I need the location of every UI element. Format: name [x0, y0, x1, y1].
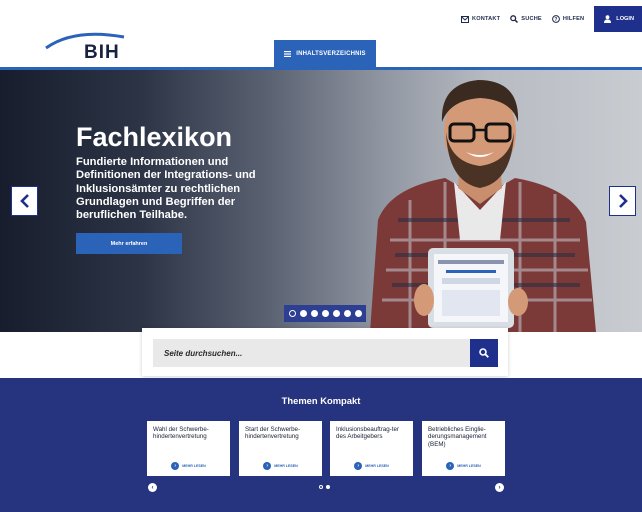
topic-card-title: Wahl der Schwerbe-hindertenvertretung: [153, 426, 209, 441]
site-search: [142, 328, 508, 376]
slider-dot[interactable]: [288, 310, 296, 317]
table-of-contents-button[interactable]: INHALTSVERZEICHNIS: [274, 40, 376, 67]
svg-text:?: ?: [554, 17, 557, 23]
topic-card[interactable]: Betriebliches Eingliе-derungsmanagement …: [422, 421, 505, 476]
page: BIH KONTAKT SUCHE ? HILFEN LOGIN INHALTS…: [0, 0, 642, 512]
themen-prev-button[interactable]: ‹: [148, 483, 157, 492]
topic-card[interactable]: Start der Schwerbe-hindertenvertretung ›…: [239, 421, 322, 476]
hero-slider: Fachlexikon Fundierte Informationen und …: [0, 70, 642, 332]
chevron-left-icon: ‹: [151, 484, 154, 491]
chevron-right-icon: [618, 194, 628, 208]
login-label: LOGIN: [616, 16, 634, 22]
hilfen-label: HILFEN: [562, 16, 585, 22]
hero-title: Fachlexikon: [76, 122, 233, 152]
hero-person-image: [370, 80, 596, 332]
themen-pagination: [319, 485, 330, 489]
site-header: BIH KONTAKT SUCHE ? HILFEN LOGIN INHALTS…: [0, 0, 642, 70]
suche-label: SUCHE: [521, 16, 542, 22]
help-icon: ?: [551, 15, 560, 23]
slider-dot[interactable]: [299, 310, 307, 317]
mehr-lesen-label: MEHR LESEN: [365, 464, 389, 468]
mehr-lesen-link[interactable]: › MEHR LESEN: [147, 462, 230, 470]
kontakt-label: KONTAKT: [471, 16, 501, 22]
mehr-lesen-label: MEHR LESEN: [457, 464, 481, 468]
toc-label: INHALTSVERZEICHNIS: [296, 50, 366, 57]
slider-pagination: [284, 305, 366, 322]
search-input[interactable]: [153, 339, 470, 367]
slider-next-button[interactable]: [609, 186, 636, 216]
bih-logo[interactable]: BIH: [44, 28, 134, 63]
arrow-right-circle-icon: ›: [263, 462, 272, 470]
topic-card-title: Betriebliches Eingliе-derungsmanagement …: [428, 426, 487, 448]
mehr-lesen-link[interactable]: › MEHR LESEN: [422, 462, 505, 470]
slider-dot[interactable]: [354, 310, 362, 317]
themen-dot[interactable]: [319, 485, 323, 489]
mehr-lesen-label: MEHR LESEN: [182, 464, 206, 468]
themen-next-button[interactable]: ›: [495, 483, 504, 492]
themen-kompakt-section: Themen Kompakt Wahl der Schwerbe-hindert…: [0, 378, 642, 512]
mehr-lesen-label: MEHR LESEN: [274, 464, 298, 468]
topic-card[interactable]: Inklusionsbeauftrag-ter des Arbeitgebers…: [330, 421, 413, 476]
chevron-left-icon: [19, 194, 29, 208]
hilfen-link[interactable]: ? HILFEN: [551, 15, 585, 23]
topic-card-title: Inklusionsbeauftrag-ter des Arbeitgebers: [336, 426, 399, 441]
slider-dot[interactable]: [310, 310, 318, 317]
topic-card-title: Start der Schwerbe-hindertenvertretung: [245, 426, 301, 441]
hero-description: Fundierte Informationen und Definitionen…: [76, 156, 256, 222]
suche-link[interactable]: SUCHE: [510, 15, 542, 23]
user-icon: [604, 15, 612, 23]
topic-card[interactable]: Wahl der Schwerbe-hindertenvertretung › …: [147, 421, 230, 476]
search-icon: [510, 15, 519, 23]
top-navigation: KONTAKT SUCHE ? HILFEN LOGIN: [460, 6, 642, 32]
mehr-lesen-link[interactable]: › MEHR LESEN: [330, 462, 413, 470]
logo-text: BIH: [84, 42, 120, 63]
kontakt-link[interactable]: KONTAKT: [460, 15, 501, 23]
search-submit-button[interactable]: [470, 339, 498, 367]
slider-prev-button[interactable]: [11, 186, 38, 216]
themen-dot[interactable]: [326, 485, 330, 489]
slider-dot[interactable]: [321, 310, 329, 317]
search-icon: [479, 348, 489, 358]
chevron-right-icon: ›: [498, 484, 501, 491]
slider-dot[interactable]: [332, 310, 340, 317]
arrow-right-circle-icon: ›: [171, 462, 180, 470]
login-button[interactable]: LOGIN: [594, 6, 642, 32]
arrow-right-circle-icon: ›: [354, 462, 363, 470]
slider-dot[interactable]: [343, 310, 351, 317]
mehr-lesen-link[interactable]: › MEHR LESEN: [239, 462, 322, 470]
menu-icon: [284, 50, 292, 57]
section-title: Themen Kompakt: [281, 395, 361, 406]
arrow-right-circle-icon: ›: [446, 462, 455, 470]
mail-icon: [460, 15, 469, 23]
mehr-erfahren-button[interactable]: Mehr erfahren: [76, 233, 182, 254]
